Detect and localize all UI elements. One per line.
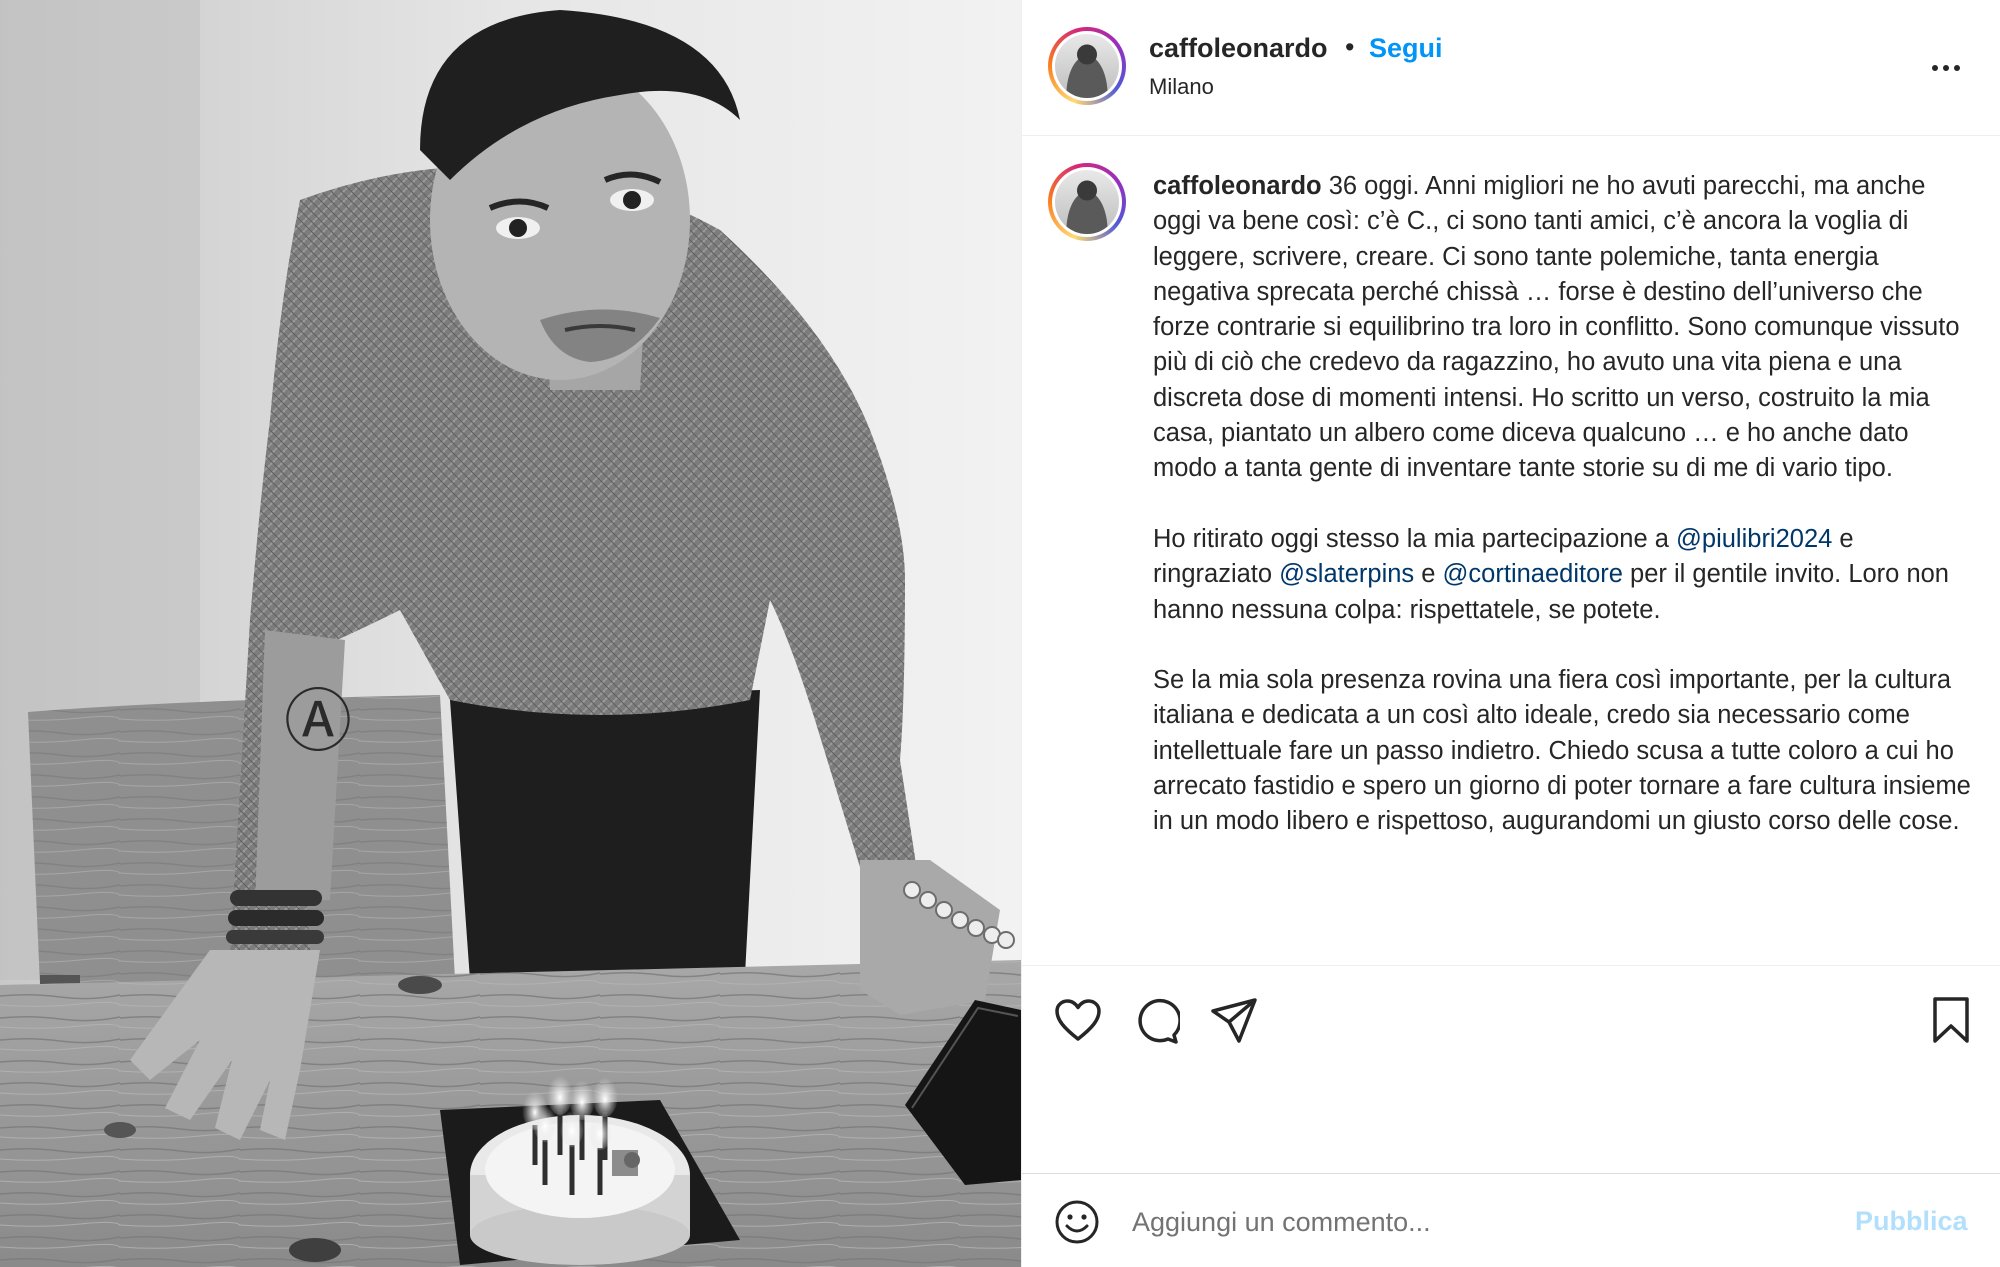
author-username[interactable]: caffoleonardo [1149, 33, 1328, 64]
more-options-icon[interactable] [1926, 48, 1966, 88]
follow-button[interactable]: Segui [1369, 33, 1443, 64]
mention-link[interactable]: @piulibri2024 [1676, 525, 1832, 553]
bookmark-icon[interactable] [1930, 996, 1972, 1044]
share-icon[interactable] [1210, 996, 1258, 1044]
heart-icon[interactable] [1054, 998, 1102, 1042]
caption-paragraph-2a: Ho ritirato oggi stesso la mia partecipa… [1153, 524, 1677, 553]
action-bar [1022, 965, 2000, 1175]
comment-bar: Pubblica [1022, 1173, 2000, 1267]
instagram-post-view: Ⓐ caffoleonardo • Segui Milano caffoleon… [0, 0, 2000, 1267]
comment-icon[interactable] [1132, 997, 1180, 1045]
caption-author-avatar[interactable] [1048, 163, 1126, 241]
caption-paragraph-3: Se la mia sola presenza rovina una fiera… [1153, 666, 1978, 836]
svg-text:Ⓐ: Ⓐ [284, 683, 352, 762]
caption-username[interactable]: caffoleonardo [1153, 172, 1322, 200]
post-photo[interactable]: Ⓐ [0, 0, 1021, 1267]
post-details-panel: caffoleonardo • Segui Milano caffoleonar… [1021, 0, 2000, 1267]
post-header: caffoleonardo • Segui Milano [1022, 0, 2000, 136]
post-caption: caffoleonardo 36 oggi. Anni migliori ne … [1153, 169, 1973, 840]
separator-dot: • [1345, 32, 1355, 62]
publish-button[interactable]: Pubblica [1855, 1206, 1968, 1237]
author-avatar[interactable] [1048, 27, 1126, 105]
caption-paragraph-2c: e [1414, 560, 1443, 589]
smiley-icon[interactable] [1054, 1199, 1100, 1245]
caption-paragraph-1: 36 oggi. Anni migliori ne ho avuti parec… [1153, 172, 1967, 483]
mention-link[interactable]: @slaterpins [1279, 560, 1414, 588]
caption-section: caffoleonardo 36 oggi. Anni migliori ne … [1022, 137, 2000, 965]
post-location[interactable]: Milano [1149, 74, 1214, 100]
comment-input[interactable] [1132, 1200, 1832, 1244]
mention-link[interactable]: @cortinaeditore [1443, 560, 1623, 588]
